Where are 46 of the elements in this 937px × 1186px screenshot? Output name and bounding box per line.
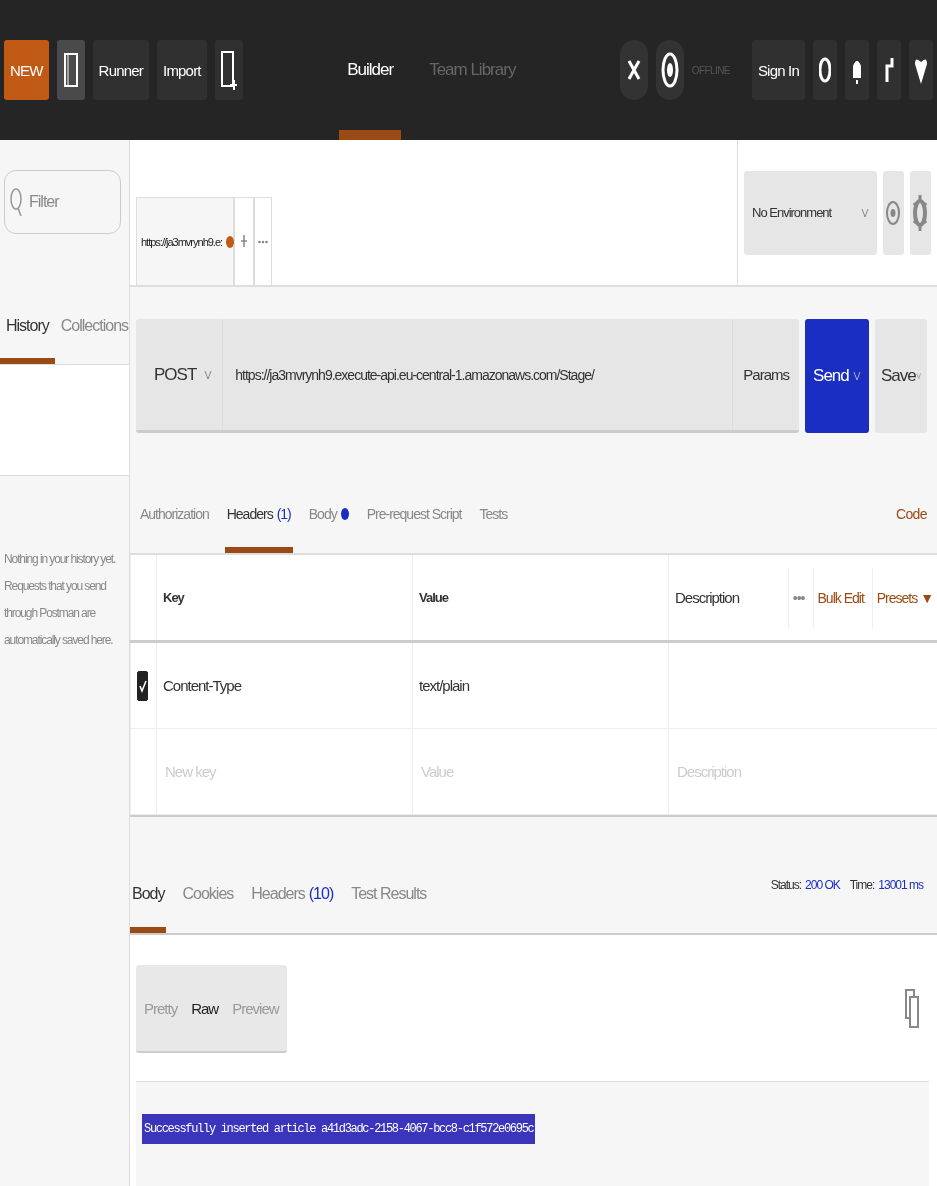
filter-field[interactable]: Filter: [4, 170, 121, 234]
new-button[interactable]: NEW: [4, 40, 49, 100]
code-link[interactable]: Code: [895, 506, 927, 522]
save-button[interactable]: Save: [875, 319, 927, 433]
status-label: Status:: [770, 878, 802, 892]
more-icon: [258, 239, 268, 245]
status-value: 200 OK: [805, 878, 840, 892]
check-icon: [138, 678, 147, 693]
environment-select[interactable]: No Environment: [744, 170, 877, 255]
url-field[interactable]: https://ja3mvrynh9.execute-api.eu-central-1.amazonaws.com/Stage/: [223, 365, 733, 384]
search-icon: [10, 187, 22, 217]
new-window-button[interactable]: [214, 40, 243, 100]
table-cell: text/plain: [412, 643, 668, 728]
caret-icon: [204, 368, 213, 381]
method-select[interactable]: POST: [136, 319, 224, 430]
response-body-text: Successfully inserted article a41d3adc-2158-4067-bcc8-c1f572e0695c: [142, 1114, 536, 1144]
toolbar-button[interactable]: Runner: [92, 40, 149, 100]
view-mode-button[interactable]: Raw: [189, 999, 221, 1017]
window-icon: [63, 53, 78, 87]
table-cell: Content-Type: [156, 643, 412, 728]
presets-button[interactable]: Presets ▼: [871, 567, 937, 628]
time-value: 13001 ms: [878, 878, 923, 892]
column-header: Key: [156, 555, 412, 640]
new-window-icon: [220, 50, 237, 90]
settings-icon[interactable]: [909, 170, 931, 255]
sign-in-button[interactable]: Sign In: [751, 40, 805, 100]
bulk-edit-button[interactable]: Bulk Edit: [812, 567, 868, 628]
layout-button[interactable]: [56, 40, 85, 100]
toolbar-button[interactable]: Import: [157, 40, 207, 100]
time-label: Time:: [849, 878, 875, 892]
response-tab[interactable]: Headers (10): [249, 861, 336, 933]
eye-icon[interactable]: [882, 170, 904, 255]
request-tab[interactable]: https://ja3mvrynh9.e:: [136, 197, 234, 285]
caret-icon: [915, 370, 921, 382]
more-button[interactable]: •••: [787, 567, 809, 628]
empty-history-text: Nothing in your history yet. Requests that you send through Postman are automatically saved here.: [4, 551, 117, 649]
send-button[interactable]: Send: [805, 319, 869, 433]
plus-icon: [240, 232, 248, 249]
checkbox[interactable]: [137, 670, 148, 701]
bell-icon[interactable]: [845, 40, 869, 100]
params-button[interactable]: Params: [732, 319, 799, 430]
caret-icon: [860, 206, 869, 219]
column-header: Value: [412, 555, 668, 640]
copy-icon[interactable]: [905, 989, 919, 1029]
column-header: Description: [675, 589, 740, 606]
caret-icon: [852, 370, 861, 382]
